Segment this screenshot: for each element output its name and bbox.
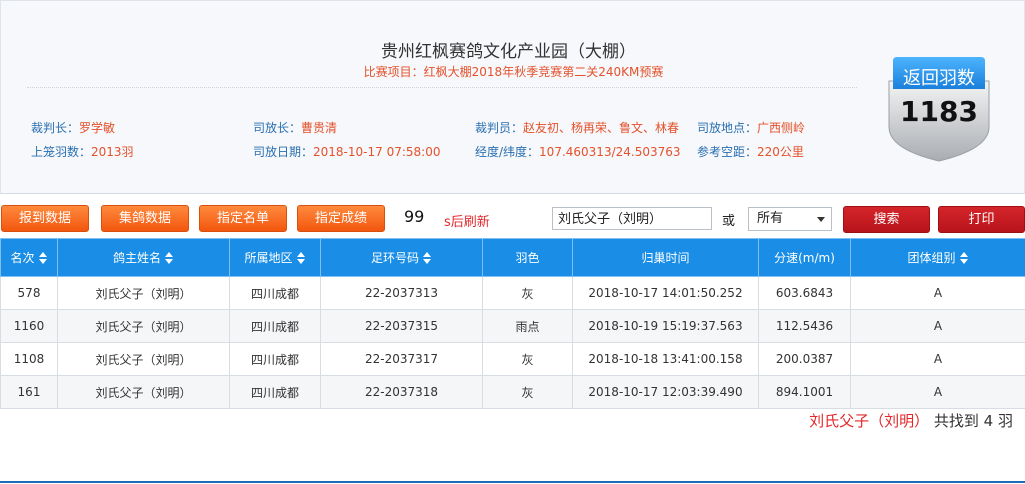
info-chief-referee: 裁判长：罗学敏 [31, 121, 116, 135]
cell-region: 四川成都 [229, 276, 321, 310]
cell-group: A [850, 375, 1025, 409]
or-label: 或 [722, 214, 736, 229]
sort-icon[interactable] [423, 252, 432, 265]
col-region[interactable]: 所属地区 [229, 238, 321, 277]
table-row[interactable]: 578 刘氏父子（刘明） 四川成都 22-2037313 灰 2018-10-1… [0, 276, 1025, 310]
cell-speed: 603.6843 [758, 276, 851, 310]
header-panel: 贵州红枫赛鸽文化产业园（大棚） 比赛项目：红枫大棚2018年秋季竞赛第二关240… [0, 0, 1025, 194]
designated-list-button[interactable]: 指定名单 [199, 205, 287, 232]
page-title: 贵州红枫赛鸽文化产业园（大棚） [381, 42, 636, 62]
sort-icon[interactable] [959, 252, 969, 265]
table-row[interactable]: 161 刘氏父子（刘明） 四川成都 22-2037318 灰 2018-10-1… [0, 375, 1025, 409]
cell-color: 灰 [482, 375, 573, 409]
chevron-down-icon [817, 217, 825, 222]
table-header-row: 名次 鸽主姓名 所属地区 足环号码 羽色 归巢时间 分速(m/m) 团体组别 [0, 238, 1025, 277]
print-button[interactable]: 打印 [938, 206, 1025, 233]
search-input[interactable]: 刘氏父子（刘明） [552, 207, 712, 230]
info-reference-distance: 参考空距：220公里 [697, 145, 804, 159]
info-release-date: 司放日期：2018-10-17 07:58:00 [253, 145, 441, 159]
cell-owner: 刘氏父子（刘明） [57, 309, 230, 343]
cell-owner: 刘氏父子（刘明） [57, 276, 230, 310]
col-ring-number[interactable]: 足环号码 [320, 238, 483, 277]
footer-divider [0, 481, 1025, 483]
results-table: 名次 鸽主姓名 所属地区 足环号码 羽色 归巢时间 分速(m/m) 团体组别 5… [0, 238, 1025, 409]
cell-ring: 22-2037315 [320, 309, 483, 343]
refresh-countdown: 99 [404, 207, 425, 226]
cell-arrival: 2018-10-17 12:03:39.490 [572, 375, 759, 409]
summary-name: 刘氏父子（刘明） [809, 412, 930, 430]
cell-ring: 22-2037313 [320, 276, 483, 310]
collect-data-button[interactable]: 集鸽数据 [101, 205, 189, 232]
col-rank[interactable]: 名次 [0, 238, 58, 277]
cell-color: 雨点 [482, 309, 573, 343]
divider [27, 87, 857, 88]
summary-count: 共找到 4 羽 [929, 412, 1013, 430]
info-release-chief: 司放长：曹贵清 [253, 121, 338, 135]
cell-speed: 112.5436 [758, 309, 851, 343]
report-data-button[interactable]: 报到数据 [1, 205, 89, 232]
cell-speed: 894.1001 [758, 375, 851, 409]
cell-rank: 578 [0, 276, 58, 310]
cell-group: A [850, 342, 1025, 376]
cell-region: 四川成都 [229, 342, 321, 376]
col-owner[interactable]: 鸽主姓名 [57, 238, 230, 277]
info-release-location: 司放地点：广西侧岭 [697, 121, 806, 135]
cell-arrival: 2018-10-18 13:41:00.158 [572, 342, 759, 376]
col-color: 羽色 [482, 238, 573, 277]
cell-group: A [850, 276, 1025, 310]
cell-arrival: 2018-10-19 15:19:37.563 [572, 309, 759, 343]
cell-group: A [850, 309, 1025, 343]
cell-ring: 22-2037317 [320, 342, 483, 376]
search-button[interactable]: 搜索 [843, 206, 930, 233]
badge-label: 返回羽数 [903, 68, 975, 89]
cell-color: 灰 [482, 342, 573, 376]
table-row[interactable]: 1160 刘氏父子（刘明） 四川成都 22-2037315 雨点 2018-10… [0, 309, 1025, 343]
result-summary: 刘氏父子（刘明） 共找到 4 羽 [809, 410, 1013, 431]
col-group[interactable]: 团体组别 [850, 238, 1025, 277]
info-referees: 裁判员：赵友初、杨再荣、鲁文、林春 [475, 121, 680, 135]
sort-icon[interactable] [165, 252, 174, 265]
cell-owner: 刘氏父子（刘明） [57, 375, 230, 409]
cell-region: 四川成都 [229, 375, 321, 409]
cell-owner: 刘氏父子（刘明） [57, 342, 230, 376]
returned-count-badge: 返回羽数 1183 [883, 53, 995, 165]
race-subtitle: 比赛项目：红枫大棚2018年秋季竞赛第二关240KM预赛 [363, 65, 664, 79]
badge-count: 1183 [900, 95, 978, 128]
cell-rank: 1160 [0, 309, 58, 343]
cell-speed: 200.0387 [758, 342, 851, 376]
table-row[interactable]: 1108 刘氏父子（刘明） 四川成都 22-2037317 灰 2018-10-… [0, 342, 1025, 376]
sort-icon[interactable] [296, 252, 306, 265]
sort-icon[interactable] [38, 252, 48, 265]
cell-ring: 22-2037318 [320, 375, 483, 409]
col-speed: 分速(m/m) [758, 238, 851, 277]
group-select-value: 所有 [757, 211, 784, 226]
cell-region: 四川成都 [229, 309, 321, 343]
col-arrival-time: 归巢时间 [572, 238, 759, 277]
designated-results-button[interactable]: 指定成绩 [297, 205, 385, 232]
cell-arrival: 2018-10-17 14:01:50.252 [572, 276, 759, 310]
cell-rank: 1108 [0, 342, 58, 376]
info-caged-count: 上笼羽数：2013羽 [31, 145, 134, 159]
group-select[interactable]: 所有 [748, 207, 832, 231]
cell-rank: 161 [0, 375, 58, 409]
info-coordinates: 经度/纬度：107.460313/24.503763 [475, 145, 681, 159]
refresh-countdown-label: s后刷新 [444, 215, 490, 230]
cell-color: 灰 [482, 276, 573, 310]
